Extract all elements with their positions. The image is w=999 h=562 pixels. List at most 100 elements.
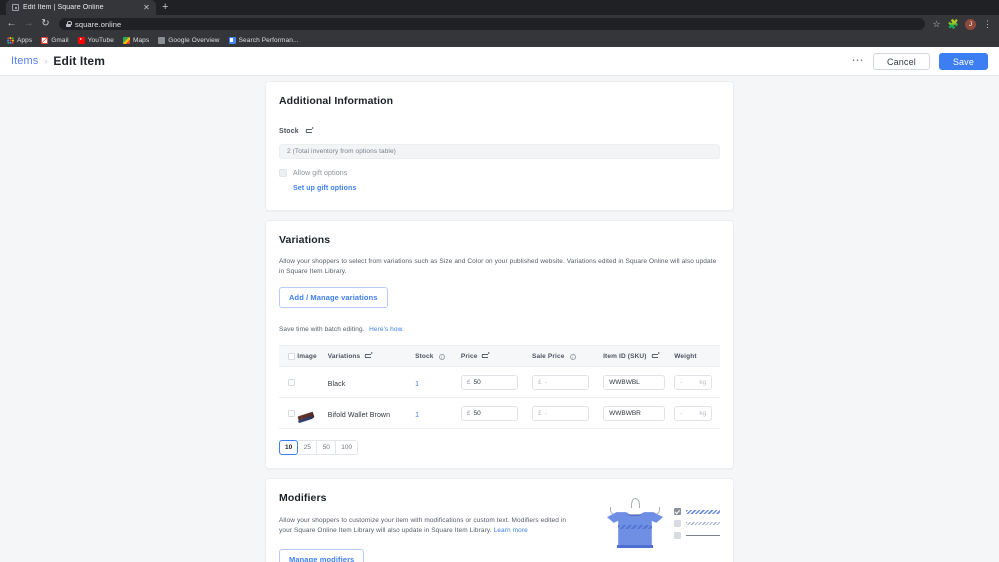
bookmark-youtube[interactable]: YouTube	[77, 36, 114, 44]
placeholder-line	[686, 509, 720, 514]
page-icon	[12, 4, 19, 11]
modifier-option-checked	[674, 508, 720, 516]
placeholder-line	[686, 534, 720, 537]
page-size-10[interactable]: 10	[279, 440, 299, 456]
allow-gift-options-row[interactable]: Allow gift options	[279, 169, 720, 177]
column-stock-label: Stock	[415, 352, 434, 360]
avatar[interactable]: J	[965, 18, 976, 30]
price-input[interactable]: £ 50	[460, 405, 518, 421]
page-scroll-area[interactable]: Additional Information Stock 2 (Total in…	[0, 76, 999, 562]
cancel-button[interactable]: Cancel	[872, 52, 930, 70]
column-price: Price	[460, 345, 532, 368]
weight-unit: kg	[699, 378, 707, 386]
table-header-row: Image Variations Stock i Price Sale Pric…	[279, 345, 720, 368]
allow-gift-options-checkbox[interactable]	[279, 169, 287, 177]
column-image: Image	[297, 345, 328, 368]
breadcrumb-separator: ›	[44, 56, 48, 66]
select-all-checkbox[interactable]	[288, 352, 295, 360]
price-currency: £	[466, 378, 471, 386]
browser-toolbar: ← → ↻ square.online ☆ 🧩 J ⋮	[0, 15, 999, 33]
close-icon[interactable]: ✕	[142, 3, 151, 12]
sku-input[interactable]: WWBWBL	[603, 374, 666, 390]
sale-price-input[interactable]: £ -	[531, 405, 589, 421]
bookmark-gmail[interactable]: Gmail	[41, 36, 69, 44]
bookmark-google-overview[interactable]: Google Overview	[158, 36, 220, 44]
section-title-variations: Variations	[279, 234, 331, 246]
swap-icon[interactable]	[305, 127, 315, 134]
save-button[interactable]: Save	[938, 52, 988, 70]
checkbox-icon	[674, 532, 681, 540]
modifier-option	[674, 520, 720, 528]
lock-icon	[66, 21, 72, 27]
price-input[interactable]: £ 50	[460, 374, 518, 390]
column-sale-price-label: Sale Price	[531, 352, 565, 360]
page-title: Edit Item	[53, 54, 105, 68]
puzzle-icon[interactable]: 🧩	[948, 19, 959, 30]
bookmark-apps[interactable]: Apps	[7, 36, 33, 44]
price-value: 50	[473, 409, 481, 417]
sale-price-value: -	[544, 409, 547, 417]
variations-card: Variations Allow your shoppers to select…	[265, 220, 734, 470]
sku-input[interactable]: WWBWBR	[603, 405, 666, 421]
weight-input[interactable]: - kg	[674, 374, 713, 390]
info-icon[interactable]: i	[438, 353, 445, 360]
google-overview-icon	[158, 36, 166, 44]
price-currency: £	[466, 409, 471, 417]
modifiers-card: Modifiers Allow your shoppers to customi…	[265, 478, 734, 562]
gmail-icon	[41, 36, 49, 44]
reload-icon[interactable]: ↻	[40, 19, 51, 29]
row-select-checkbox[interactable]	[288, 378, 295, 386]
arrow-right-icon[interactable]: →	[23, 19, 34, 29]
column-price-label: Price	[460, 353, 478, 361]
column-variations: Variations	[327, 345, 416, 368]
breadcrumb-items-link[interactable]: Items	[11, 55, 38, 67]
variation-stock-link[interactable]: 1	[415, 381, 419, 388]
swap-icon[interactable]	[481, 352, 491, 359]
heres-how-link[interactable]: Here's how.	[369, 326, 404, 333]
bookmarks-bar: Apps Gmail YouTube Maps Google Overview …	[0, 33, 999, 47]
bookmark-label: Maps	[132, 36, 150, 44]
bookmark-search-performance[interactable]: Search Performan...	[228, 36, 299, 44]
browser-tab[interactable]: Edit Item | Square Online ✕	[6, 0, 156, 15]
sale-price-input[interactable]: £ -	[531, 374, 589, 390]
swap-icon[interactable]	[650, 352, 660, 359]
youtube-icon	[77, 36, 85, 44]
arrow-left-icon[interactable]: ←	[6, 19, 17, 29]
row-select-checkbox[interactable]	[288, 409, 295, 417]
manage-modifiers-button[interactable]: Manage modifiers	[279, 549, 365, 562]
info-icon[interactable]: i	[569, 353, 576, 360]
column-weight: Weight	[674, 345, 720, 368]
variation-name: Black	[327, 381, 346, 389]
page-size-50[interactable]: 50	[317, 440, 337, 456]
checkbox-icon	[674, 520, 681, 528]
weight-value: -	[680, 378, 683, 386]
kebab-menu-icon[interactable]: ⋮	[982, 19, 993, 30]
column-select-all	[279, 345, 298, 368]
bookmark-label: Google Overview	[168, 36, 220, 44]
address-bar[interactable]: square.online	[59, 18, 925, 30]
bookmark-label: Apps	[17, 36, 33, 44]
column-sale-price: Sale Price i	[531, 345, 604, 368]
column-stock: Stock i	[415, 345, 461, 368]
learn-more-link[interactable]: Learn more	[494, 527, 528, 534]
weight-input[interactable]: - kg	[674, 405, 713, 421]
star-icon[interactable]: ☆	[931, 19, 942, 30]
ellipsis-icon[interactable]: ⋯	[851, 54, 864, 69]
page-size-25[interactable]: 25	[298, 440, 318, 456]
sku-value: WWBWBL	[609, 378, 640, 386]
tshirt-on-hanger-icon	[602, 496, 720, 549]
page-size-100[interactable]: 100	[336, 440, 359, 456]
plus-icon[interactable]: +	[162, 0, 168, 15]
add-manage-variations-button[interactable]: Add / Manage variations	[279, 287, 388, 309]
bookmark-maps[interactable]: Maps	[122, 36, 150, 44]
variations-description: Allow your shoppers to select from varia…	[279, 258, 717, 276]
set-up-gift-options-link[interactable]: Set up gift options	[293, 185, 356, 192]
checkbox-checked-icon	[674, 508, 681, 516]
bookmark-label: Gmail	[51, 36, 69, 44]
swap-icon[interactable]	[364, 352, 374, 359]
stock-value: 2 (Total inventory from options table)	[287, 148, 396, 155]
browser-chrome: Edit Item | Square Online ✕ + ← → ↻ squa…	[0, 0, 999, 47]
tab-strip: Edit Item | Square Online ✕ +	[0, 0, 999, 15]
variation-stock-link[interactable]: 1	[415, 412, 419, 419]
sale-price-value: -	[544, 378, 547, 386]
